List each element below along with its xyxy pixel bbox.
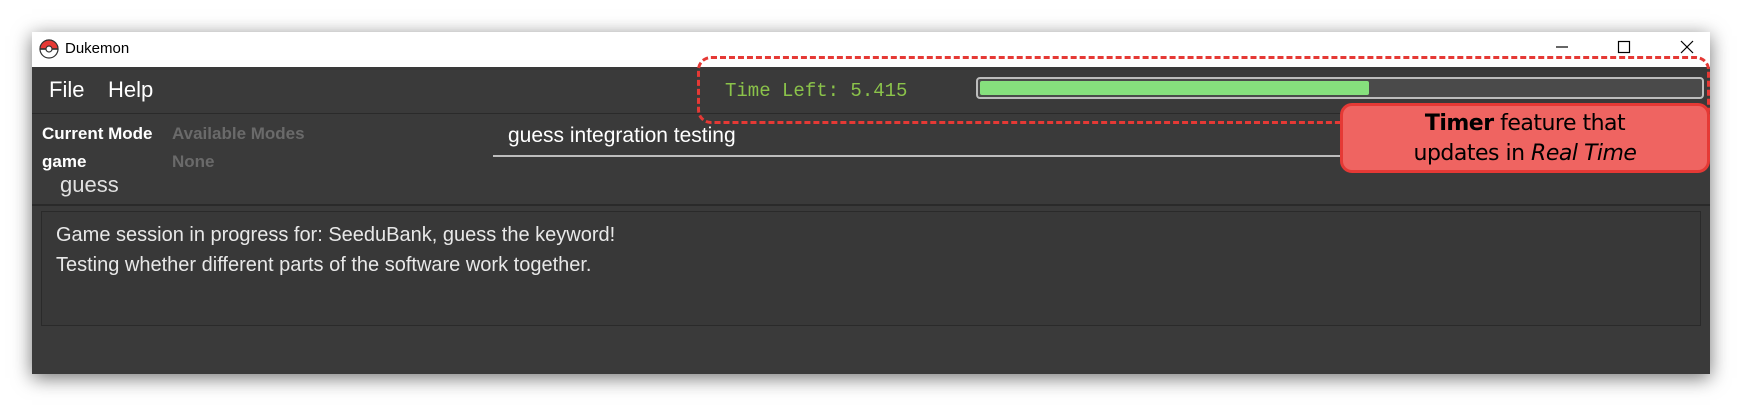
command-input-text: guess integration testing <box>508 124 736 147</box>
available-modes-value: None <box>172 152 215 171</box>
minimize-button[interactable] <box>1533 32 1591 62</box>
timer-annotation-callout: Timer feature that updates in Real Time <box>1340 103 1710 173</box>
annotation-line-1: Timer feature that <box>1343 109 1707 139</box>
result-line: Game session in progress for: SeeduBank,… <box>56 224 616 246</box>
menu-file[interactable]: File <box>49 77 84 103</box>
annotation-line-2: updates in Real Time <box>1343 139 1707 169</box>
app-window: Dukemon File Help Time Left: 5.415 Curre… <box>32 32 1710 374</box>
timer-label: Time Left: 5.415 <box>725 80 908 102</box>
divider <box>32 204 1710 206</box>
close-button[interactable] <box>1658 32 1716 62</box>
menu-help[interactable]: Help <box>108 77 153 103</box>
maximize-button[interactable] <box>1595 32 1653 62</box>
current-mode-value: game <box>42 152 87 171</box>
annotation-italic: Real Time <box>1531 141 1637 166</box>
window-title: Dukemon <box>65 40 130 57</box>
annotation-bold: Timer <box>1424 111 1494 136</box>
result-display[interactable]: Game session in progress for: SeeduBank,… <box>41 211 1701 326</box>
title-bar[interactable]: Dukemon <box>32 32 1710 67</box>
pokeball-icon <box>39 39 59 59</box>
result-line: Testing whether different parts of the s… <box>56 254 592 276</box>
current-mode-title: Current Mode <box>42 124 153 143</box>
timer-progress-fill <box>980 81 1369 95</box>
annotation-rest: feature that <box>1493 111 1626 136</box>
minimize-icon <box>1556 46 1568 48</box>
status-area <box>32 332 1710 374</box>
available-modes-title: Available Modes <box>172 124 305 143</box>
close-icon <box>1680 40 1694 54</box>
timer-progress-bar <box>976 77 1704 99</box>
maximize-icon <box>1617 40 1631 54</box>
guess-label: guess <box>60 172 119 197</box>
annotation-prefix: updates in <box>1413 141 1532 166</box>
